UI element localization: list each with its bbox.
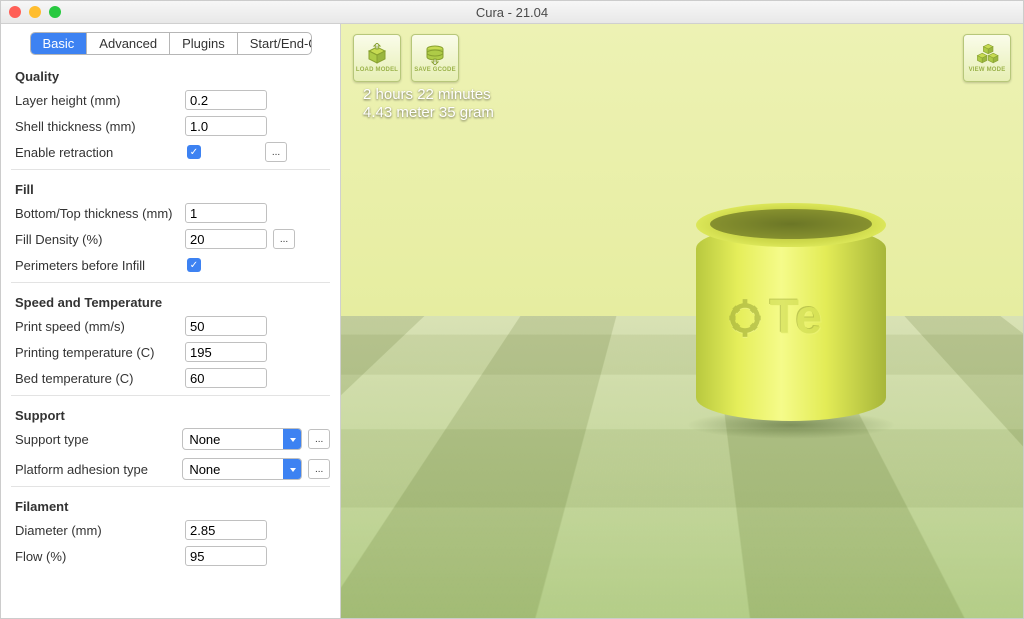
label-perimeters-before-infill: Perimeters before Infill (11, 258, 185, 273)
tab-bar: Basic Advanced Plugins Start/End-GCode (30, 32, 312, 55)
select-support-type[interactable]: None (182, 428, 302, 450)
load-model-button[interactable]: LOAD MODEL (353, 34, 401, 82)
input-layer-height[interactable] (185, 90, 267, 110)
label-diameter: Diameter (mm) (11, 523, 185, 538)
input-print-speed[interactable] (185, 316, 267, 336)
tab-plugins[interactable]: Plugins (170, 33, 238, 54)
section-speed-temperature: Speed and Temperature (15, 295, 330, 310)
build-plate-grid (341, 316, 1023, 619)
checkbox-enable-retraction[interactable]: ✓ (187, 145, 201, 159)
viewport-toolbar: LOAD MODEL SAVE GCODE (353, 34, 459, 82)
print-time-text: 2 hours 22 minutes (363, 86, 494, 104)
app-window: Cura - 21.04 Basic Advanced Plugins Star… (0, 0, 1024, 619)
retraction-more-button[interactable]: ... (265, 142, 287, 162)
model-emboss: Te (726, 281, 876, 355)
label-enable-retraction: Enable retraction (11, 145, 185, 160)
label-flow: Flow (%) (11, 549, 185, 564)
view-mode-button[interactable]: VIEW MODE (963, 34, 1011, 82)
section-quality: Quality (15, 69, 330, 84)
tab-start-end-gcode[interactable]: Start/End-GCode (238, 33, 312, 54)
label-support-type: Support type (11, 432, 182, 447)
fill-density-more-button[interactable]: ... (273, 229, 295, 249)
support-type-more-button[interactable]: ... (308, 429, 330, 449)
input-diameter[interactable] (185, 520, 267, 540)
settings-sidebar: Basic Advanced Plugins Start/End-GCode Q… (1, 24, 341, 619)
3d-viewport[interactable]: LOAD MODEL SAVE GCODE (341, 24, 1023, 619)
print-info: 2 hours 22 minutes 4.43 meter 35 gram (363, 86, 494, 122)
input-shell-thickness[interactable] (185, 116, 267, 136)
tab-advanced[interactable]: Advanced (87, 33, 170, 54)
input-flow[interactable] (185, 546, 267, 566)
tab-basic[interactable]: Basic (31, 33, 88, 54)
label-shell-thickness: Shell thickness (mm) (11, 119, 185, 134)
save-gcode-label: SAVE GCODE (414, 67, 456, 73)
view-mode-icon (975, 43, 999, 65)
model-emboss-text: Te (770, 290, 822, 345)
input-bed-temperature[interactable] (185, 368, 267, 388)
section-filament: Filament (15, 499, 330, 514)
checkbox-perimeters-before-infill[interactable]: ✓ (187, 258, 201, 272)
select-platform-adhesion[interactable]: None (182, 458, 302, 480)
gear-icon (726, 296, 764, 340)
input-bottom-top-thickness[interactable] (185, 203, 267, 223)
label-print-speed: Print speed (mm/s) (11, 319, 185, 334)
label-platform-adhesion: Platform adhesion type (11, 462, 182, 477)
window-title: Cura - 21.04 (1, 5, 1023, 20)
section-support: Support (15, 408, 330, 423)
save-gcode-icon (423, 43, 447, 65)
input-printing-temperature[interactable] (185, 342, 267, 362)
print-usage-text: 4.43 meter 35 gram (363, 104, 494, 122)
viewport-floor (341, 316, 1023, 619)
label-layer-height: Layer height (mm) (11, 93, 185, 108)
model-object[interactable]: Te (696, 203, 886, 433)
label-fill-density: Fill Density (%) (11, 232, 185, 247)
platform-adhesion-more-button[interactable]: ... (308, 459, 330, 479)
label-printing-temperature: Printing temperature (C) (11, 345, 185, 360)
load-model-label: LOAD MODEL (356, 67, 398, 73)
body: Basic Advanced Plugins Start/End-GCode Q… (1, 24, 1023, 619)
load-model-icon (365, 43, 389, 65)
label-bottom-top-thickness: Bottom/Top thickness (mm) (11, 206, 185, 221)
input-fill-density[interactable] (185, 229, 267, 249)
save-gcode-button[interactable]: SAVE GCODE (411, 34, 459, 82)
label-bed-temperature: Bed temperature (C) (11, 371, 185, 386)
section-fill: Fill (15, 182, 330, 197)
titlebar: Cura - 21.04 (1, 1, 1023, 24)
view-mode-label: VIEW MODE (969, 67, 1006, 73)
model-inner (710, 209, 872, 239)
